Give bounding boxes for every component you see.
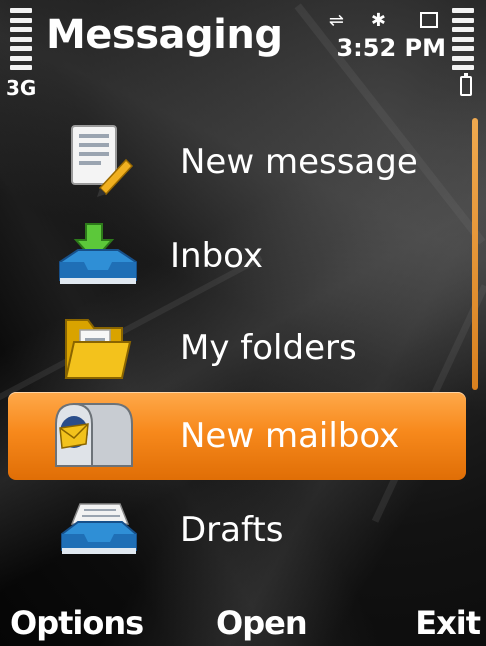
mailbox-icon: [55, 402, 133, 467]
open-softkey[interactable]: Open: [216, 604, 308, 642]
menu-item-new-message[interactable]: New message: [8, 118, 466, 206]
folder-icon: [64, 319, 132, 379]
drafts-icon: [61, 503, 137, 554]
usb-icon: ⇌: [328, 10, 344, 31]
signal-strength-icon: [10, 8, 32, 70]
bluetooth-icon: ✱: [370, 10, 386, 31]
inbox-icon: [59, 223, 137, 284]
menu-item-label: New mailbox: [180, 416, 400, 456]
sim-card-icon: [420, 12, 438, 28]
battery-icon: [460, 73, 472, 96]
clock: 3:52 PM: [336, 34, 446, 62]
menu-item-label: Inbox: [170, 236, 264, 276]
menu-item-new-mailbox[interactable]: New mailbox: [8, 392, 466, 480]
messaging-menu: New message Inbox My folders New mailbox…: [0, 114, 486, 594]
menu-item-label: Drafts: [180, 510, 284, 550]
battery-level-icon: [452, 8, 474, 70]
menu-item-label: My folders: [180, 328, 357, 368]
menu-item-drafts[interactable]: Drafts: [8, 486, 466, 574]
network-type-label: 3G: [6, 76, 37, 100]
menu-item-inbox[interactable]: Inbox: [8, 212, 466, 300]
menu-item-my-folders[interactable]: My folders: [8, 304, 466, 392]
page-title: Messaging: [46, 12, 283, 58]
exit-softkey[interactable]: Exit: [415, 604, 481, 642]
softkey-bar: Options Open Exit: [0, 596, 486, 646]
options-softkey[interactable]: Options: [10, 604, 144, 642]
scrollbar[interactable]: [472, 118, 478, 390]
new-message-icon: [71, 125, 134, 197]
menu-item-label: New message: [180, 142, 418, 182]
status-bar: Messaging 3G ⇌ ✱ 3:52 PM: [0, 0, 486, 110]
